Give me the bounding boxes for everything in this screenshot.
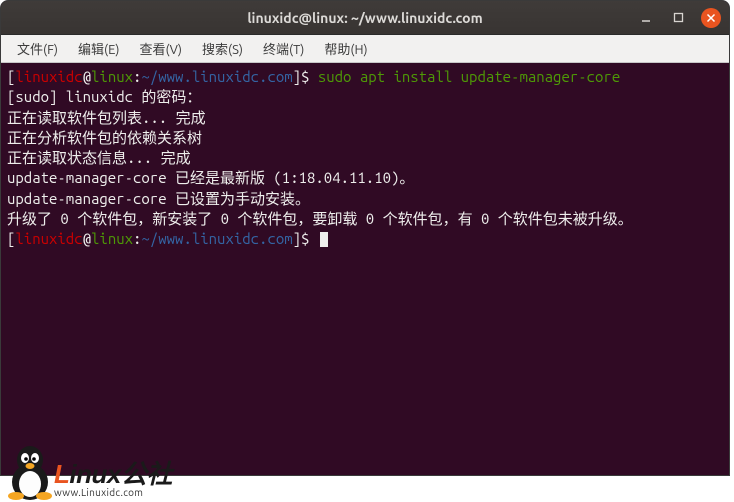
terminal-window: linuxidc@linux: ~/www.linuxidc.com 文件(F)… — [0, 0, 730, 476]
menu-help[interactable]: 帮助(H) — [316, 37, 375, 60]
minimize-icon — [640, 12, 652, 24]
menu-view[interactable]: 查看(V) — [132, 37, 190, 60]
terminal-body[interactable]: [linuxidc@linux:~/www.linuxidc.com]$ sud… — [1, 63, 729, 475]
menubar: 文件(F) 编辑(E) 查看(V) 搜索(S) 终端(T) 帮助(H) — [1, 35, 729, 63]
prompt-user: linuxidc — [15, 68, 82, 85]
prompt-at: @ — [83, 68, 91, 85]
output-line: update-manager-core 已经是最新版 (1:18.04.11.1… — [7, 169, 414, 186]
output-line: 正在读取状态信息... 完成 — [7, 149, 191, 166]
bracket: ] — [293, 68, 301, 85]
bracket: ] — [293, 230, 301, 247]
prompt-user: linuxidc — [15, 230, 82, 247]
close-icon — [706, 13, 716, 23]
command-text: sudo apt install update-manager-core — [318, 68, 620, 85]
menu-edit[interactable]: 编辑(E) — [70, 37, 127, 60]
cursor — [320, 232, 328, 247]
menu-terminal[interactable]: 终端(T) — [255, 37, 312, 60]
maximize-icon — [673, 12, 684, 23]
close-button[interactable] — [701, 8, 721, 28]
minimize-button[interactable] — [637, 9, 655, 27]
titlebar: linuxidc@linux: ~/www.linuxidc.com — [1, 1, 729, 35]
prompt-path: ~/www.linuxidc.com — [141, 230, 292, 247]
output-line: 正在分析软件包的依赖关系树 — [7, 129, 202, 146]
prompt-end: $ — [301, 68, 318, 85]
prompt-at: @ — [83, 230, 91, 247]
prompt-host: linux — [91, 230, 133, 247]
output-line: 升级了 0 个软件包，新安装了 0 个软件包，要卸载 0 个软件包，有 0 个软… — [7, 210, 633, 227]
output-line: update-manager-core 已设置为手动安装。 — [7, 190, 310, 207]
watermark-url: www.Linuxidc.com — [54, 487, 172, 498]
output-line: 正在读取软件包列表... 完成 — [7, 109, 206, 126]
prompt-path: ~/www.linuxidc.com — [141, 68, 292, 85]
menu-search[interactable]: 搜索(S) — [194, 37, 251, 60]
prompt-host: linux — [91, 68, 133, 85]
menu-file[interactable]: 文件(F) — [9, 37, 66, 60]
output-line: [sudo] linuxidc 的密码： — [7, 88, 201, 105]
window-title: linuxidc@linux: ~/www.linuxidc.com — [247, 10, 482, 26]
window-controls — [637, 8, 721, 28]
maximize-button[interactable] — [669, 9, 687, 27]
prompt-end: $ — [301, 230, 318, 247]
